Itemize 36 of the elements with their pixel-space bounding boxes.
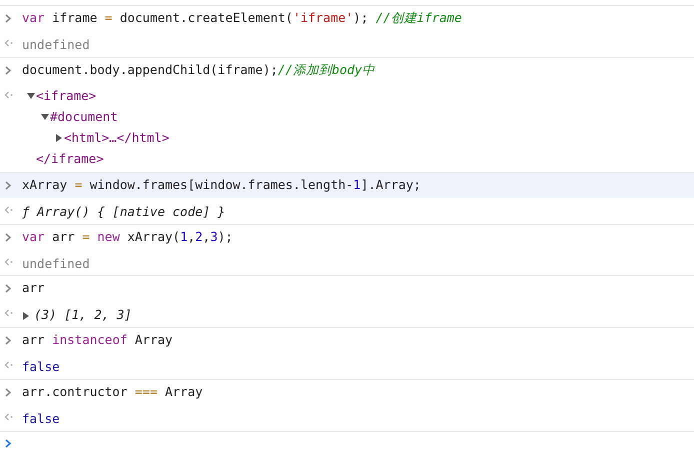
array-preview[interactable]: (3) [1, 2, 3] [34, 306, 132, 325]
collapsed-triangle-icon[interactable] [22, 312, 30, 320]
prompt-chevron-icon [5, 232, 12, 242]
prompt-chevron-icon [5, 14, 12, 23]
dom-node-tag[interactable]: #document [50, 108, 118, 127]
prompt-chevron-icon [5, 180, 12, 190]
result-arrow-icon [4, 412, 13, 421]
result-text: undefined [22, 36, 90, 54]
result-text: ƒ Array() { [native code] } [22, 202, 226, 221]
expanded-triangle-icon[interactable] [41, 113, 49, 122]
result-arrow-icon [4, 206, 13, 214]
console-input-line: var iframe = document.createElement('iframe'); //创建iframe [22, 9, 462, 28]
dom-node-tag[interactable]: <html>…</html> [64, 128, 170, 148]
prompt-chevron-icon [5, 284, 12, 294]
collapsed-triangle-icon[interactable] [55, 134, 63, 142]
result-arrow-icon [4, 361, 13, 369]
dom-node-tag[interactable]: <iframe> [36, 86, 96, 106]
result-arrow-icon [4, 258, 13, 266]
result-arrow-icon [4, 90, 13, 99]
prompt-chevron-icon [5, 66, 12, 75]
console-input-line: arr.contructor === Array [22, 382, 203, 401]
prompt-chevron-icon [5, 336, 12, 345]
result-text: undefined [22, 254, 90, 272]
console-input-line: arr instanceof Array [22, 331, 173, 350]
console-input-line: xArray = window.frames[window.frames.length-1].Array; [22, 176, 421, 194]
result-text: false [22, 358, 60, 376]
result-text: false [22, 410, 60, 428]
expanded-triangle-icon[interactable] [27, 92, 35, 100]
result-arrow-icon [4, 39, 13, 47]
result-arrow-icon [4, 309, 13, 318]
console-input-line: arr [22, 279, 45, 298]
prompt-chevron-icon [5, 388, 12, 397]
prompt-chevron-icon [5, 439, 12, 448]
console-input-line: var arr = new xArray(1,2,3); [22, 228, 233, 246]
dom-node-tag[interactable]: </iframe> [36, 150, 104, 169]
console-input-line: document.body.appendChild(iframe);//添加到body中 [22, 60, 376, 79]
